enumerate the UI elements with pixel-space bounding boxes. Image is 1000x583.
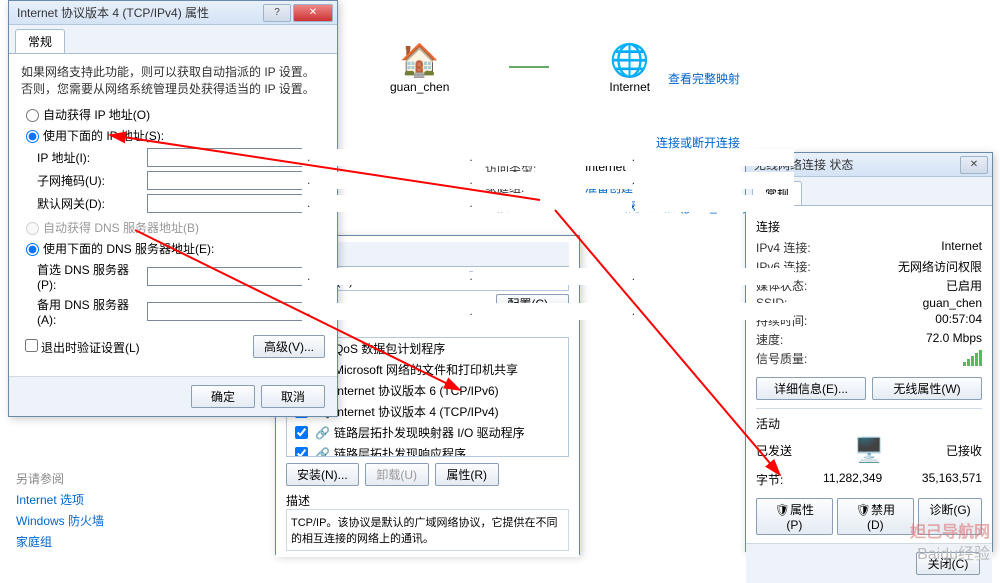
recv-bytes: 35,163,571 (922, 471, 982, 488)
manual-dns-radio[interactable] (26, 243, 39, 256)
ipv4-dialog: Internet 协议版本 4 (TCP/IPv4) 属性 ? ✕ 常规 如果网… (8, 0, 338, 417)
auto-ip-radio[interactable] (26, 109, 39, 122)
see-also-label: 另请参阅 (16, 470, 166, 487)
uninstall-button: 卸载(U) (365, 463, 429, 486)
globe-icon: 🌐 (610, 40, 650, 80)
close-icon[interactable]: ✕ (960, 156, 988, 174)
install-button[interactable]: 安装(N)... (286, 463, 359, 486)
general-tab[interactable]: 常规 (15, 29, 65, 53)
cancel-button[interactable]: 取消 (261, 385, 325, 408)
house-label: guan_chen (390, 80, 449, 94)
desc-label: 描述 (286, 492, 569, 509)
shield-icon: 🛡 (856, 503, 871, 517)
list-item: 🔗链路层拓扑发现映射器 I/O 驱动程序 (287, 422, 568, 443)
site-watermark: 妲己导航网 (910, 518, 990, 542)
net-icon: 🔗 (315, 426, 330, 440)
inet-opts-link[interactable]: Internet 选项 (16, 491, 166, 508)
wprops-button[interactable]: 无线属性(W) (872, 377, 982, 400)
signal-icon (963, 350, 982, 366)
exit-verify-check[interactable] (25, 339, 38, 352)
sent-bytes: 11,282,349 (823, 471, 882, 488)
wifi-props-button[interactable]: 🛡属性(P) (756, 498, 833, 535)
ipv4-desc: 如果网络支持此功能，则可以获取自动指派的 IP 设置。否则，您需要从网络系统管理… (21, 64, 325, 98)
item-check[interactable] (295, 447, 308, 457)
line-icon (509, 66, 549, 68)
disable-button[interactable]: 🛡禁用(D) (837, 498, 914, 535)
details-button[interactable]: 详细信息(E)... (756, 377, 866, 400)
advanced-button[interactable]: 高级(V)... (253, 335, 325, 358)
ipv4-title: Internet 协议版本 4 (TCP/IPv4) 属性 (13, 4, 263, 21)
dns1-input[interactable]: ... (147, 267, 302, 286)
help-icon[interactable]: ? (263, 4, 291, 22)
shield-icon: 🛡 (775, 503, 790, 517)
close-icon[interactable]: ✕ (293, 4, 333, 22)
activity-header: 活动 (756, 415, 982, 432)
desc-text: TCP/IP。该协议是默认的广域网络协议，它提供在不同的相互连接的网络上的通讯。 (286, 509, 569, 551)
firewall-link[interactable]: Windows 防火墙 (16, 512, 166, 529)
house-icon: 🏠 (400, 40, 440, 80)
view-map-link[interactable]: 查看完整映射 (668, 70, 740, 87)
wifi-status-window: 无线网络连接 状态 ✕ 常规 连接 IPv4 连接:Internet IPv6 … (745, 152, 993, 552)
props-button[interactable]: 属性(R) (435, 463, 499, 486)
ip-input[interactable]: ... (147, 148, 302, 167)
dns2-input[interactable]: ... (147, 302, 302, 321)
item-check[interactable] (295, 426, 308, 439)
gw-input[interactable]: ... (147, 194, 302, 213)
manual-ip-radio[interactable] (26, 130, 39, 143)
conn-header: 连接 (756, 218, 982, 235)
auto-dns-radio (26, 222, 39, 235)
mask-input[interactable]: ... (147, 171, 302, 190)
baidu-watermark: Baidu经验 (917, 540, 990, 564)
net-icon: 🔗 (315, 447, 330, 458)
list-item: 🔗链路层拓扑发现响应程序 (287, 443, 568, 457)
internet-label: Internet (609, 80, 650, 94)
homegroup-link[interactable]: 家庭组 (16, 533, 166, 550)
ok-button[interactable]: 确定 (191, 385, 255, 408)
monitor-icon: 🖥️ (854, 436, 884, 465)
